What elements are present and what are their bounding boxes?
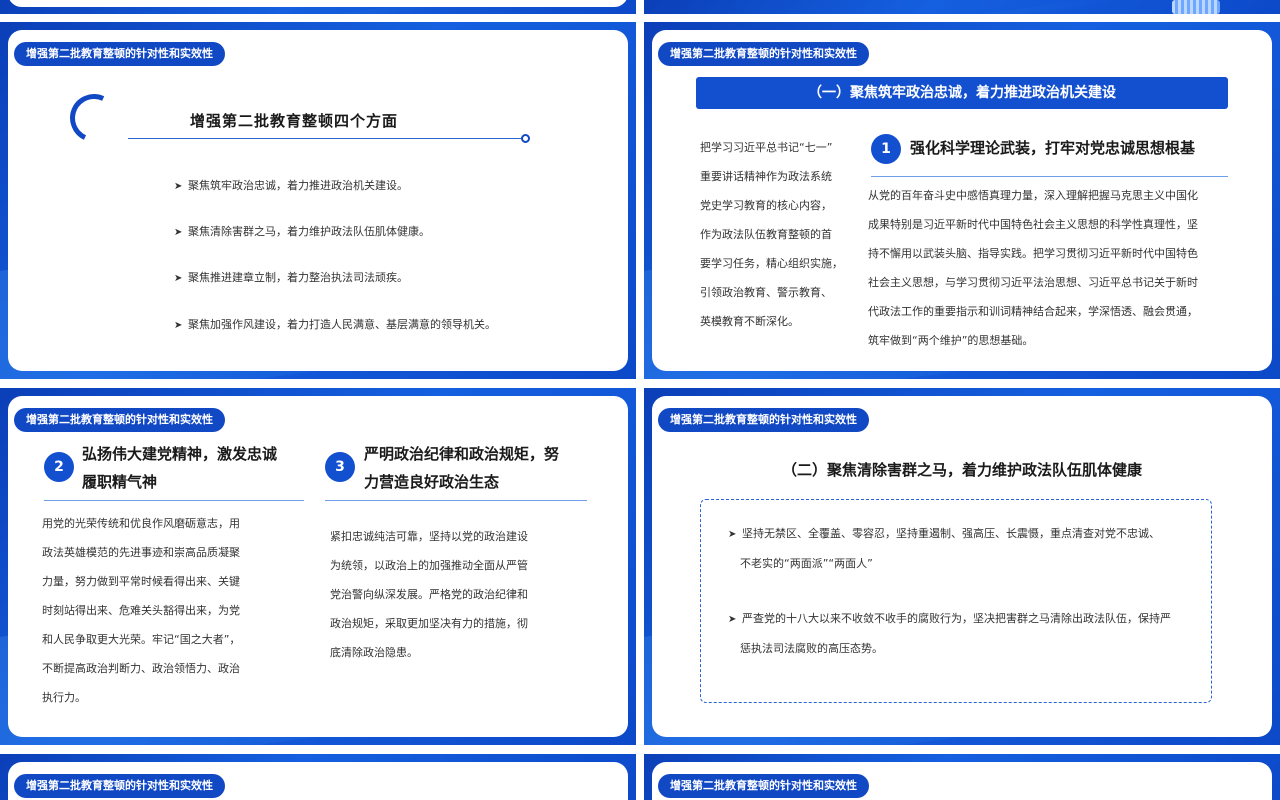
slide-title: （二）聚焦清除害群之马，着力维护政法队伍肌体健康 — [781, 461, 1142, 479]
bullet-item: ➤ 坚持无禁区、全覆盖、零容忍，坚持重遏制、强高压、长震慑，重点清查对党不忠诚、 … — [728, 519, 1160, 578]
point-body: 紧扣忠诚纯洁可靠，坚持以党的政治建设 为统领，以政治上的加强推动全面从严管 党治警向… — [330, 530, 528, 659]
slide-political-loyalty[interactable]: 增强第二批教育整顿的针对性和实效性 （一）聚焦筑牢政治忠诚，着力推进政治机关建设… — [644, 22, 1280, 379]
qr-code-icon — [1172, 0, 1220, 14]
number-badge: 3 — [325, 452, 355, 482]
slide-grid: 增强第二批教育整顿的针对性和实效性 增强第二批教育整顿四个方面 ➤ 聚焦筑牢政治忠… — [0, 0, 1280, 800]
arrow-bullet-icon: ➤ — [174, 320, 183, 331]
slide-card: 增强第二批教育整顿的针对性和实效性 2 弘扬伟大建党精神，激发忠诚 履职精气神 用… — [8, 396, 628, 737]
section-tag: 增强第二批教育整顿的针对性和实效性 — [14, 42, 225, 66]
section-tag: 增强第二批教育整顿的针对性和实效性 — [14, 408, 225, 432]
slide-card: 增强第二批教育整顿的针对性和实效性 — [8, 762, 628, 800]
arrow-bullet-icon: ➤ — [174, 181, 183, 192]
bullet-item: ➤ 聚焦清除害群之马，着力维护政法队伍肌体健康。 — [174, 225, 430, 238]
slide-bottom-right-partial[interactable]: 增强第二批教育整顿的针对性和实效性 — [644, 754, 1280, 800]
section-tag: 增强第二批教育整顿的针对性和实效性 — [14, 774, 225, 798]
slide-party-spirit[interactable]: 增强第二批教育整顿的针对性和实效性 2 弘扬伟大建党精神，激发忠诚 履职精气神 用… — [0, 388, 636, 745]
point-heading: 弘扬伟大建党精神，激发忠诚 履职精气神 — [82, 445, 278, 491]
slide-title: 增强第二批教育整顿四个方面 — [190, 112, 399, 130]
slide-card: 增强第二批教育整顿的针对性和实效性 （一）聚焦筑牢政治忠诚，着力推进政治机关建设… — [652, 30, 1272, 371]
slide-four-aspects[interactable]: 增强第二批教育整顿的针对性和实效性 增强第二批教育整顿四个方面 ➤ 聚焦筑牢政治忠… — [0, 22, 636, 379]
section-banner: （一）聚焦筑牢政治忠诚，着力推进政治机关建设 — [696, 77, 1228, 109]
arrow-bullet-icon: ➤ — [174, 273, 183, 284]
point-heading: 严明政治纪律和政治规矩，努 力营造良好政治生态 — [364, 445, 560, 491]
slide-card — [8, 0, 628, 7]
heading-underline — [44, 500, 304, 501]
line-end-dot — [521, 134, 530, 143]
point-body: 从党的百年奋斗史中感悟真理力量，深入理解把握马克思主义中国化 成果特别是习近平新时… — [868, 189, 1198, 347]
heading-underline — [325, 500, 587, 501]
section-tag: 增强第二批教育整顿的针对性和实效性 — [658, 42, 869, 66]
arrow-bullet-icon: ➤ — [728, 614, 737, 625]
slide-remove-black-sheep[interactable]: 增强第二批教育整顿的针对性和实效性 （二）聚焦清除害群之马，着力维护政法队伍肌体… — [644, 388, 1280, 745]
arrow-bullet-icon: ➤ — [174, 227, 183, 238]
section-tag: 增强第二批教育整顿的针对性和实效性 — [658, 774, 869, 798]
slide-bottom-left-partial[interactable]: 增强第二批教育整顿的针对性和实效性 — [0, 754, 636, 800]
slide-top-right-partial[interactable] — [644, 0, 1280, 14]
slide-card: 增强第二批教育整顿的针对性和实效性 — [652, 762, 1272, 800]
bullet-item: ➤ 严查党的十八大以来不收敛不收手的腐败行为，坚决把害群之马清除出政法队伍，保持严… — [728, 604, 1171, 663]
number-badge: 2 — [44, 452, 74, 482]
slide-top-left-partial[interactable] — [0, 0, 636, 14]
bullet-item: ➤ 聚焦加强作风建设，着力打造人民满意、基层满意的领导机关。 — [174, 318, 496, 331]
point-heading: 强化科学理论武装，打牢对党忠诚思想根基 — [910, 139, 1196, 157]
slide-card: 增强第二批教育整顿的针对性和实效性 增强第二批教育整顿四个方面 ➤ 聚焦筑牢政治忠… — [8, 30, 628, 371]
bullet-item: ➤ 聚焦筑牢政治忠诚，着力推进政治机关建设。 — [174, 179, 408, 192]
number-badge: 1 — [871, 134, 901, 164]
title-underline — [128, 138, 528, 139]
section-tag: 增强第二批教育整顿的针对性和实效性 — [658, 408, 869, 432]
point-body: 用党的光荣传统和优良作风磨砺意志，用 政法英雄模范的先进事迹和崇高品质凝聚 力量，努… — [42, 517, 241, 704]
arrow-bullet-icon: ➤ — [728, 529, 737, 540]
ring-decoration-icon — [63, 87, 125, 149]
bullet-item: ➤ 聚焦推进建章立制，着力整治执法司法顽疾。 — [174, 271, 408, 284]
heading-underline — [871, 176, 1228, 177]
left-summary: 把学习习近平总书记“七一” 重要讲话精神作为政法系统 党史学习教育的核心内容， 作为政… — [700, 141, 843, 328]
slide-card: 增强第二批教育整顿的针对性和实效性 （二）聚焦清除害群之马，着力维护政法队伍肌体… — [652, 396, 1272, 737]
